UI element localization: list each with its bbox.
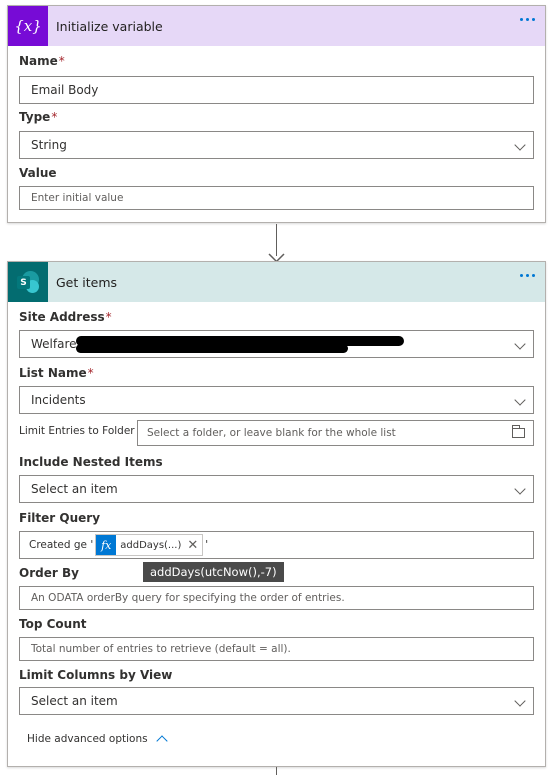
top-count-input[interactable]: Total number of entries to retrieve (def… <box>19 637 534 661</box>
filter-query-label: Filter Query <box>19 511 101 525</box>
limit-columns-dropdown[interactable]: Select an item <box>19 687 534 715</box>
hide-advanced-options-toggle[interactable]: Hide advanced options <box>27 733 168 747</box>
order-by-label: Order By <box>19 566 79 580</box>
name-input[interactable]: Email Body <box>19 76 534 104</box>
card-title: Initialize variable <box>56 18 163 34</box>
initialize-variable-card: {x} Initialize variable Name* Email Body… <box>7 5 546 223</box>
order-by-input[interactable]: An ODATA orderBy query for specifying th… <box>19 586 534 610</box>
expression-token[interactable]: fx addDays(...) ✕ <box>95 534 204 556</box>
folder-icon[interactable] <box>512 425 525 438</box>
nested-items-label: Include Nested Items <box>19 455 163 469</box>
initialize-variable-header[interactable]: {x} Initialize variable <box>8 6 545 46</box>
filter-query-input[interactable]: Created ge ' fx addDays(...) ✕ ' <box>19 531 534 559</box>
more-options-icon[interactable] <box>520 274 535 277</box>
chevron-down-icon <box>514 338 526 350</box>
value-label: Value <box>19 166 57 180</box>
limit-folder-input[interactable]: Select a folder, or leave blank for the … <box>137 420 534 446</box>
chevron-down-icon <box>514 695 526 707</box>
chevron-up-icon <box>155 735 168 747</box>
connector-line <box>276 767 277 775</box>
variable-icon: {x} <box>8 6 48 46</box>
get-items-header[interactable]: S Get items <box>8 262 545 302</box>
more-options-icon[interactable] <box>520 18 535 21</box>
get-items-card: S Get items Site Address* Welfare List N… <box>7 261 546 767</box>
site-address-label: Site Address* <box>19 310 112 324</box>
fx-icon: fx <box>96 535 117 555</box>
redaction-bar <box>76 344 348 353</box>
type-label: Type* <box>19 110 58 124</box>
limit-columns-label: Limit Columns by View <box>19 668 173 682</box>
close-icon[interactable]: ✕ <box>185 538 202 553</box>
chevron-down-icon <box>514 139 526 151</box>
type-dropdown[interactable]: String <box>19 131 534 159</box>
chevron-down-icon <box>514 394 526 406</box>
chevron-down-icon <box>514 483 526 495</box>
sharepoint-icon: S <box>8 262 48 302</box>
nested-items-dropdown[interactable]: Select an item <box>19 475 534 503</box>
limit-folder-label: Limit Entries to Folder <box>19 425 135 437</box>
list-name-dropdown[interactable]: Incidents <box>19 386 534 414</box>
value-input[interactable]: Enter initial value <box>19 186 534 210</box>
top-count-label: Top Count <box>19 617 87 631</box>
list-name-label: List Name* <box>19 366 94 380</box>
card-title: Get items <box>56 274 118 290</box>
expression-tooltip: addDays(utcNow(),-7) <box>143 562 284 582</box>
name-label: Name* <box>19 54 65 68</box>
